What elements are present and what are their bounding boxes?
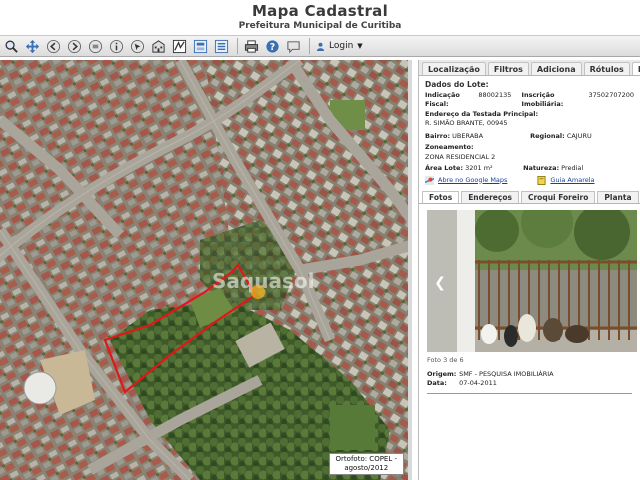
legend-icon[interactable] bbox=[212, 38, 230, 55]
select-icon[interactable] bbox=[128, 38, 146, 55]
regional-label: Regional: bbox=[530, 131, 565, 140]
regional-value: CAJURU bbox=[566, 131, 592, 140]
measure-icon[interactable] bbox=[86, 38, 104, 55]
ortho-label-line1: Ortofoto: COPEL - bbox=[335, 455, 397, 463]
tab-rotulos[interactable]: Rótulos bbox=[583, 62, 630, 75]
inscricao-label: Inscrição Imobiliária: bbox=[521, 90, 564, 109]
photo-subtabs: Fotos Endereços Croqui Foreiro Planta bbox=[419, 191, 640, 204]
panel-tabs: Localização Filtros Adiciona Rótulos Dad… bbox=[419, 60, 640, 76]
splitter[interactable] bbox=[408, 60, 412, 480]
print-icon[interactable] bbox=[242, 38, 260, 55]
bairro-value: UBERABA bbox=[452, 131, 484, 140]
building-icon[interactable] bbox=[149, 38, 167, 55]
street-photo bbox=[427, 210, 637, 352]
tab-filtros[interactable]: Filtros bbox=[487, 62, 529, 75]
area-value: 3201 m² bbox=[465, 164, 493, 172]
toolbar-separator bbox=[309, 38, 310, 54]
subtab-enderecos[interactable]: Endereços bbox=[461, 191, 519, 203]
zoom-icon[interactable] bbox=[2, 38, 20, 55]
lot-heading: Dados do Lote: bbox=[425, 80, 489, 89]
zoneamento-value: ZONA RESIDENCIAL 2 bbox=[425, 152, 496, 161]
comment-icon[interactable] bbox=[284, 38, 302, 55]
login-label: Login bbox=[329, 41, 354, 51]
subtab-planta[interactable]: Planta bbox=[597, 191, 639, 203]
aerial-map[interactable]: Saquasol Ortofoto: COPEL - agosto/2012 bbox=[0, 60, 411, 480]
natureza-value: Predial bbox=[561, 164, 584, 172]
chevron-down-icon: ▼ bbox=[357, 42, 363, 50]
aerial-photo: Saquasol bbox=[0, 60, 410, 480]
ortho-label-line2: agosto/2012 bbox=[344, 464, 389, 472]
subtab-croqui-foreiro[interactable]: Croqui Foreiro bbox=[520, 191, 596, 203]
tab-adiciona[interactable]: Adiciona bbox=[530, 62, 582, 75]
photo-viewer: ❮ bbox=[427, 210, 637, 352]
toolbar-separator bbox=[237, 38, 238, 54]
natureza-label: Natureza: bbox=[523, 164, 560, 172]
zoneamento-label: Zoneamento: bbox=[425, 143, 474, 151]
subtab-fotos[interactable]: Fotos bbox=[422, 191, 460, 203]
caption-divider bbox=[427, 392, 632, 394]
pan-icon[interactable] bbox=[23, 38, 41, 55]
page-header: Mapa Cadastral Prefeitura Municipal de C… bbox=[0, 0, 640, 34]
data-label: Data: bbox=[427, 379, 447, 387]
bairro-label: Bairro: bbox=[425, 131, 451, 140]
info-panel: Localização Filtros Adiciona Rótulos Dad… bbox=[418, 60, 640, 480]
layers-icon[interactable] bbox=[170, 38, 188, 55]
toolbar: ? Login ▼ bbox=[0, 35, 640, 57]
photo-caption: Foto 3 de 6 Origem: SMF - PESQUISA IMOBI… bbox=[419, 352, 640, 398]
endereco-label: Endereço da Testada Principal: bbox=[425, 109, 539, 118]
forward-icon[interactable] bbox=[65, 38, 83, 55]
user-icon bbox=[316, 42, 325, 51]
help-icon[interactable]: ? bbox=[263, 38, 281, 55]
tab-dados[interactable]: Dados bbox=[631, 62, 640, 75]
identify-icon[interactable] bbox=[191, 38, 209, 55]
data-value: 07-04-2011 bbox=[459, 379, 497, 387]
indicacao-value: 88002135 bbox=[478, 90, 512, 99]
ortho-label: Ortofoto: COPEL - agosto/2012 bbox=[328, 453, 404, 475]
svg-text:?: ? bbox=[269, 41, 274, 52]
origem-label: Origem: bbox=[427, 369, 457, 378]
google-maps-icon bbox=[425, 175, 434, 185]
lot-details: Dados do Lote: Indicação Fiscal: 8800213… bbox=[419, 76, 640, 189]
tab-localizacao[interactable]: Localização bbox=[422, 62, 486, 75]
area-label: Área Lote: bbox=[425, 164, 464, 172]
inscricao-value: 37502707200 bbox=[588, 90, 635, 99]
endereco-value: R. SIMÃO BRANTE, 00945 bbox=[425, 119, 508, 127]
app-window: Mapa Cadastral Prefeitura Municipal de C… bbox=[0, 0, 640, 480]
page-title: Mapa Cadastral bbox=[251, 2, 389, 20]
previous-photo-icon[interactable]: ❮ bbox=[429, 272, 451, 294]
page-subtitle: Prefeitura Municipal de Curitiba bbox=[238, 21, 402, 31]
watermark-sun-icon bbox=[251, 285, 265, 299]
origem-value: SMF - PESQUISA IMOBILIÁRIA bbox=[459, 369, 554, 378]
login-menu[interactable]: Login ▼ bbox=[316, 41, 363, 51]
guia-amarela-link[interactable]: Guia Amarela bbox=[550, 176, 594, 186]
google-maps-link[interactable]: Abre no Google Maps bbox=[438, 176, 507, 186]
indicacao-label: Indicação Fiscal: bbox=[425, 90, 460, 109]
guide-book-icon bbox=[537, 175, 546, 185]
back-icon[interactable] bbox=[44, 38, 62, 55]
info-icon[interactable] bbox=[107, 38, 125, 55]
photo-counter: Foto 3 de 6 bbox=[427, 356, 464, 364]
